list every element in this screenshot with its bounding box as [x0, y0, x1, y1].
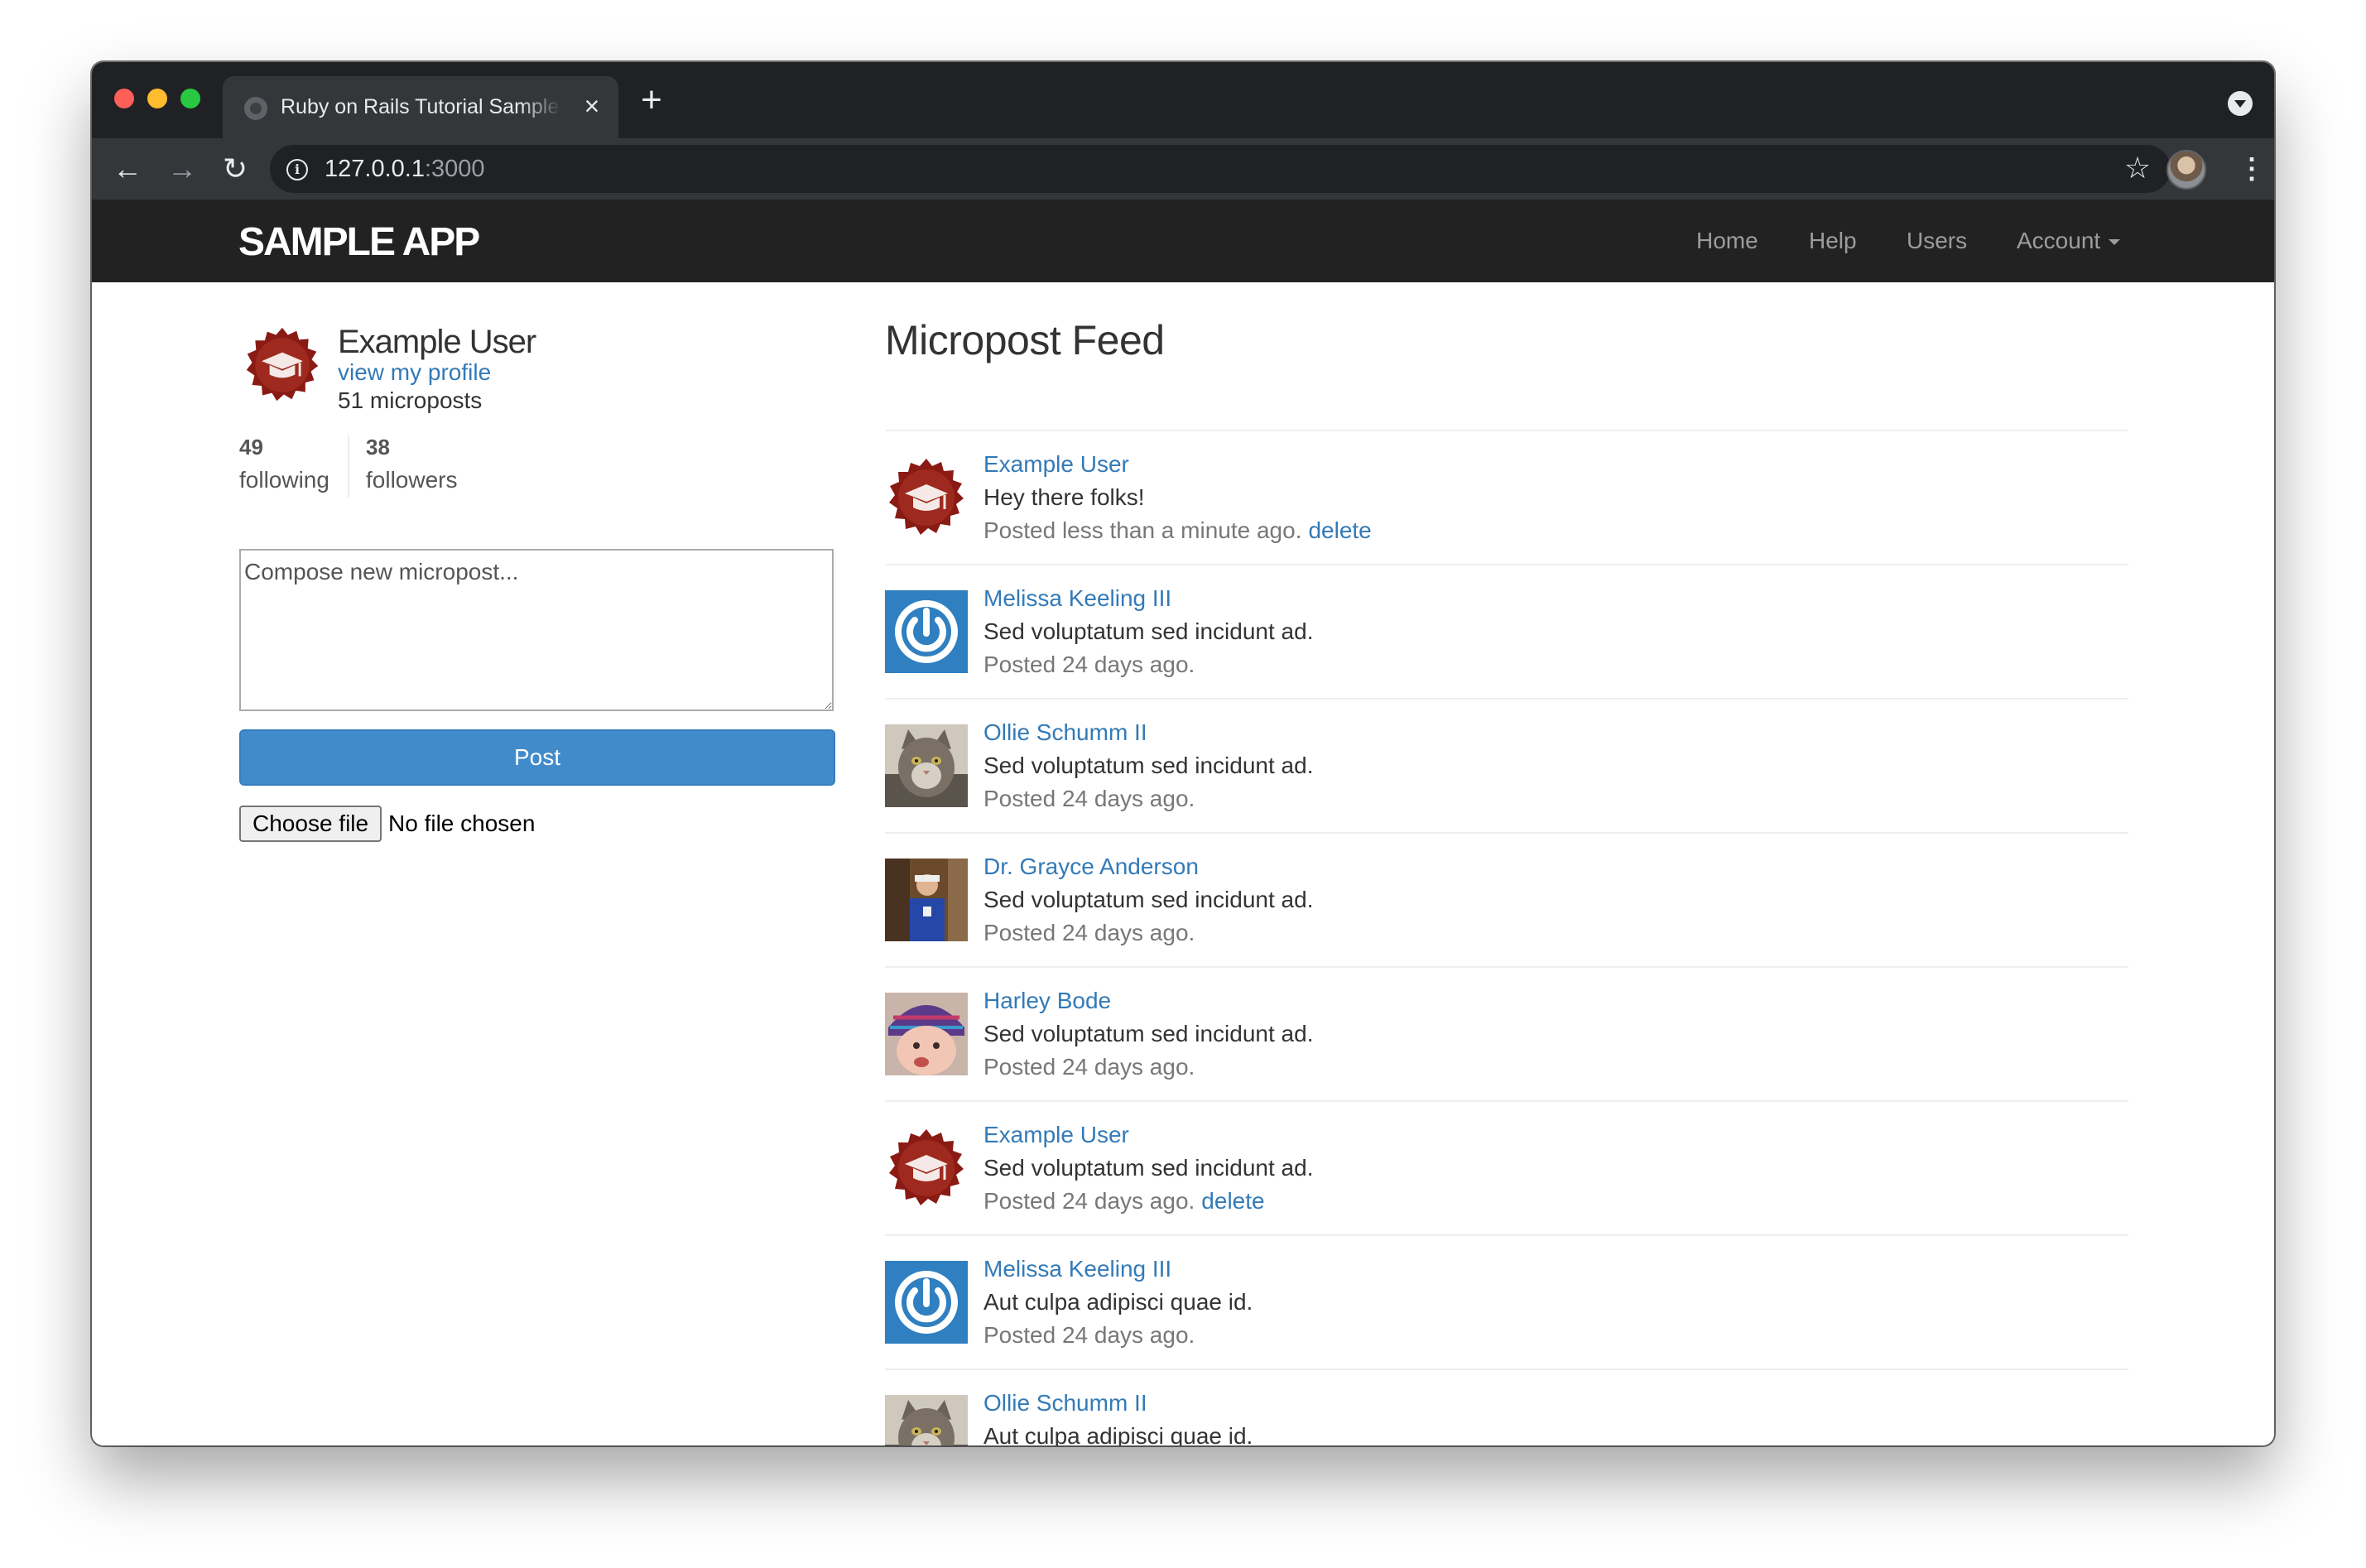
micropost-count: 51 microposts — [338, 387, 483, 413]
feed-timestamp: Posted 24 days ago. — [983, 1188, 1195, 1214]
feed-item: Example User Sed voluptatum sed incidunt … — [885, 1102, 2128, 1236]
forward-arrow-icon[interactable]: → — [163, 150, 201, 188]
feed-content: Aut culpa adipisci quae id. — [983, 1423, 1253, 1445]
feed-timestamp-row: Posted 24 days ago. — [983, 918, 1195, 948]
feed-content: Sed voluptatum sed incidunt ad. — [983, 753, 1314, 778]
browser-window: Ruby on Rails Tutorial Sample App × + ← … — [92, 62, 2274, 1445]
browser-tab[interactable]: Ruby on Rails Tutorial Sample App × — [223, 76, 618, 138]
nav-home[interactable]: Home — [1696, 226, 1758, 256]
feed-content: Hey there folks! — [983, 484, 1145, 510]
power-symbol-avatar[interactable] — [885, 590, 968, 673]
cat-photo-avatar[interactable] — [885, 1395, 968, 1445]
cat-photo-avatar[interactable] — [885, 724, 968, 807]
feed-timestamp-row: Posted 24 days ago. — [983, 1052, 1195, 1082]
feed-author-link[interactable]: Dr. Grayce Anderson — [983, 852, 1199, 882]
feed-timestamp: Posted 24 days ago. — [983, 1322, 1195, 1348]
address-bar[interactable]: i 127.0.0.1:3000 ☆ — [270, 145, 2171, 193]
feed-author-link[interactable]: Example User — [983, 450, 1129, 479]
nav-help[interactable]: Help — [1809, 226, 1857, 256]
feed-item: Melissa Keeling III Aut culpa adipisci qu… — [885, 1236, 2128, 1370]
feed-timestamp-row: Posted 24 days ago. — [983, 650, 1195, 680]
feed-author-link[interactable]: Ollie Schumm II — [983, 718, 1147, 748]
feed-author-link[interactable]: Harley Bode — [983, 986, 1111, 1016]
navbar: SAMPLE APP Home Help Users Account — [92, 200, 2274, 282]
feed-timestamp-row: Posted 24 days ago. — [983, 784, 1195, 814]
profile-avatar-icon[interactable] — [2166, 150, 2206, 190]
feed-author-link[interactable]: Melissa Keeling III — [983, 1254, 1171, 1284]
url-text[interactable]: 127.0.0.1:3000 — [325, 153, 485, 185]
graduation-cap-avatar[interactable] — [885, 456, 968, 539]
feed-timestamp-row: Posted 24 days ago. — [983, 1320, 1195, 1350]
graduation-cap-avatar[interactable] — [885, 1127, 968, 1210]
nav-account-label: Account — [2017, 228, 2101, 253]
feed-timestamp: Posted 24 days ago. — [983, 786, 1195, 811]
followers-count[interactable]: 38 — [366, 433, 390, 461]
tab-strip: Ruby on Rails Tutorial Sample App × + — [92, 62, 2274, 138]
window-maximize-button[interactable] — [180, 89, 200, 108]
more-menu-icon[interactable]: ⋮ — [2238, 150, 2266, 188]
reload-icon[interactable]: ↻ — [216, 150, 254, 188]
tab-title: Ruby on Rails Tutorial Sample App — [281, 95, 562, 118]
delete-link[interactable]: delete — [1201, 1188, 1264, 1214]
feed-item: Harley Bode Sed voluptatum sed incidunt a… — [885, 968, 2128, 1102]
feed-item: Example User Hey there folks! Posted less … — [885, 431, 2128, 565]
new-tab-button[interactable]: + — [635, 82, 668, 118]
choose-file-button[interactable]: Choose file — [239, 806, 382, 842]
feed-item: Ollie Schumm II Aut culpa adipisci quae i… — [885, 1370, 2128, 1445]
feed-title: Micropost Feed — [885, 317, 1165, 363]
view-profile-link[interactable]: view my profile — [338, 358, 491, 387]
power-symbol-avatar[interactable] — [885, 1261, 968, 1344]
feed-content: Sed voluptatum sed incidunt ad. — [983, 1155, 1314, 1181]
feed-content: Aut culpa adipisci quae id. — [983, 1289, 1253, 1315]
followers-label[interactable]: followers — [366, 466, 457, 494]
post-button[interactable]: Post — [239, 729, 835, 786]
feed-timestamp: Posted 24 days ago. — [983, 1054, 1195, 1080]
info-icon[interactable]: i — [286, 159, 308, 180]
window-close-button[interactable] — [114, 89, 134, 108]
micropost-textarea[interactable] — [239, 549, 834, 711]
window-minimize-button[interactable] — [147, 89, 167, 108]
web-page: SAMPLE APP Home Help Users Account Examp… — [92, 200, 2274, 1445]
feed-content: Sed voluptatum sed incidunt ad. — [983, 618, 1314, 644]
feed-timestamp: Posted 24 days ago. — [983, 652, 1195, 677]
feed-timestamp-row: Posted 24 days ago. delete — [983, 1186, 1265, 1216]
tab-search-icon[interactable] — [2228, 91, 2253, 116]
feed-item: Melissa Keeling III Sed voluptatum sed in… — [885, 565, 2128, 700]
baby-photo-avatar[interactable] — [885, 993, 968, 1075]
close-icon[interactable]: × — [577, 91, 607, 121]
caret-down-icon — [2109, 239, 2121, 246]
delete-link[interactable]: delete — [1308, 517, 1371, 543]
stats-divider — [348, 435, 349, 498]
feed-timestamp: Posted 24 days ago. — [983, 920, 1195, 945]
feed-timestamp: Posted less than a minute ago. — [983, 517, 1302, 543]
following-label[interactable]: following — [239, 466, 329, 494]
feed-item: Dr. Grayce Anderson Sed voluptatum sed in… — [885, 834, 2128, 968]
feed-timestamp-row: Posted less than a minute ago. delete — [983, 516, 1372, 546]
bookmark-star-icon[interactable]: ☆ — [2121, 152, 2154, 185]
feed-author-link[interactable]: Melissa Keeling III — [983, 584, 1171, 613]
logo[interactable]: SAMPLE APP — [238, 223, 480, 262]
person-photo-avatar[interactable] — [885, 859, 968, 941]
feed-author-link[interactable]: Ollie Schumm II — [983, 1388, 1147, 1418]
browser-toolbar: ← → ↻ i 127.0.0.1:3000 ☆ ⋮ — [92, 138, 2274, 200]
no-file-chosen-text: No file chosen — [388, 810, 536, 836]
globe-icon — [244, 97, 267, 120]
back-arrow-icon[interactable]: ← — [108, 150, 147, 188]
following-count[interactable]: 49 — [239, 433, 263, 461]
feed-content: Sed voluptatum sed incidunt ad. — [983, 1021, 1314, 1046]
nav-users[interactable]: Users — [1907, 226, 1967, 256]
feed-item: Ollie Schumm II Sed voluptatum sed incidu… — [885, 700, 2128, 834]
feed-author-link[interactable]: Example User — [983, 1120, 1129, 1150]
user-name: Example User — [338, 324, 536, 360]
nav-account[interactable]: Account — [2017, 226, 2121, 256]
feed-content: Sed voluptatum sed incidunt ad. — [983, 887, 1314, 912]
user-avatar[interactable] — [243, 325, 322, 405]
